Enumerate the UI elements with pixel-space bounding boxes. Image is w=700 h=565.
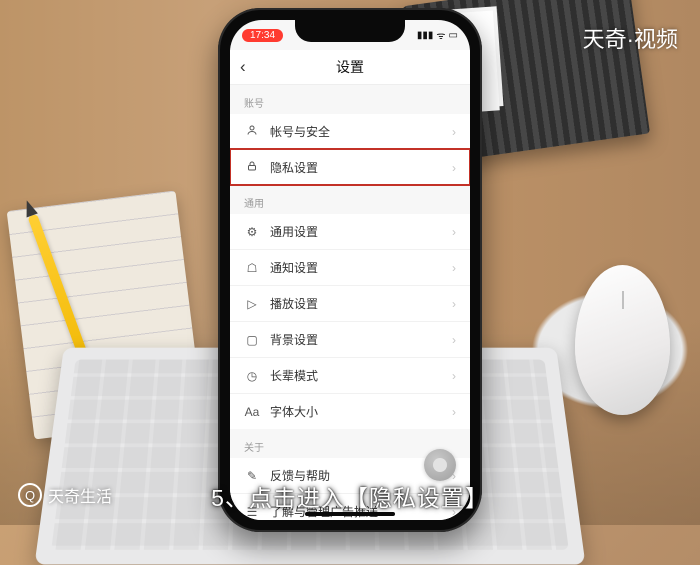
signal-icon: ▮▮▮ bbox=[417, 30, 434, 41]
row-label: 背景设置 bbox=[270, 331, 318, 348]
assistive-touch-button[interactable] bbox=[424, 449, 456, 481]
row-label: 播放设置 bbox=[270, 295, 318, 312]
watermark-text: 天奇生活 bbox=[48, 483, 112, 507]
row-label: 字体大小 bbox=[270, 403, 318, 420]
status-time: 17:34 bbox=[242, 29, 283, 42]
chevron-right-icon: › bbox=[452, 297, 456, 311]
image-icon: ▢ bbox=[244, 333, 260, 347]
phone-frame: 17:34 ▮▮▮ ᯤ ▭ ‹ 设置 账号 帐号与安全 › bbox=[218, 8, 482, 532]
chevron-right-icon: › bbox=[452, 369, 456, 383]
row-label: 长辈模式 bbox=[270, 367, 318, 384]
chevron-right-icon: › bbox=[452, 333, 456, 347]
clock-icon: ◷ bbox=[244, 369, 260, 383]
battery-icon: ▭ bbox=[449, 30, 458, 41]
font-icon: Aa bbox=[244, 405, 260, 419]
row-notification-settings[interactable]: ☖ 通知设置 › bbox=[230, 249, 470, 285]
play-icon: ▷ bbox=[244, 297, 260, 311]
row-general-settings[interactable]: ⚙ 通用设置 › bbox=[230, 214, 470, 249]
watermark-bottom-left: Q 天奇生活 bbox=[18, 483, 112, 507]
row-font-size[interactable]: Aa 字体大小 › bbox=[230, 393, 470, 429]
row-label: 通知设置 bbox=[270, 259, 318, 276]
bell-icon: ☖ bbox=[244, 261, 260, 275]
chevron-right-icon: › bbox=[452, 225, 456, 239]
logo-icon: Q bbox=[18, 483, 42, 507]
lock-icon bbox=[244, 160, 260, 175]
chevron-right-icon: › bbox=[452, 261, 456, 275]
back-button[interactable]: ‹ bbox=[240, 57, 246, 77]
watermark-top-right: 天奇·视频 bbox=[583, 22, 678, 54]
chevron-right-icon: › bbox=[452, 125, 456, 139]
row-label: 通用设置 bbox=[270, 223, 318, 240]
phone-notch bbox=[295, 20, 405, 42]
row-playback-settings[interactable]: ▷ 播放设置 › bbox=[230, 285, 470, 321]
row-background-settings[interactable]: ▢ 背景设置 › bbox=[230, 321, 470, 357]
status-indicators: ▮▮▮ ᯤ ▭ bbox=[417, 28, 458, 42]
chevron-right-icon: › bbox=[452, 161, 456, 175]
row-label: 帐号与安全 bbox=[270, 123, 330, 140]
page-title: 设置 bbox=[336, 57, 364, 77]
tutorial-caption: 5、点击进入【隐私设置】 bbox=[211, 479, 489, 513]
wifi-icon: ᯤ bbox=[436, 28, 445, 42]
row-privacy-settings[interactable]: 隐私设置 › bbox=[230, 149, 470, 185]
gear-icon: ⚙ bbox=[244, 225, 260, 239]
nav-bar: ‹ 设置 bbox=[230, 50, 470, 85]
phone-screen: 17:34 ▮▮▮ ᯤ ▭ ‹ 设置 账号 帐号与安全 › bbox=[230, 20, 470, 520]
row-account-security[interactable]: 帐号与安全 › bbox=[230, 114, 470, 149]
row-elder-mode[interactable]: ◷ 长辈模式 › bbox=[230, 357, 470, 393]
person-icon bbox=[244, 124, 260, 139]
chevron-right-icon: › bbox=[452, 405, 456, 419]
group-header-general: 通用 bbox=[230, 185, 470, 214]
group-header-account: 账号 bbox=[230, 85, 470, 114]
row-label: 隐私设置 bbox=[270, 159, 318, 176]
settings-content[interactable]: 账号 帐号与安全 › 隐私设置 › 通用 ⚙ 通用设置 › bbox=[230, 85, 470, 520]
